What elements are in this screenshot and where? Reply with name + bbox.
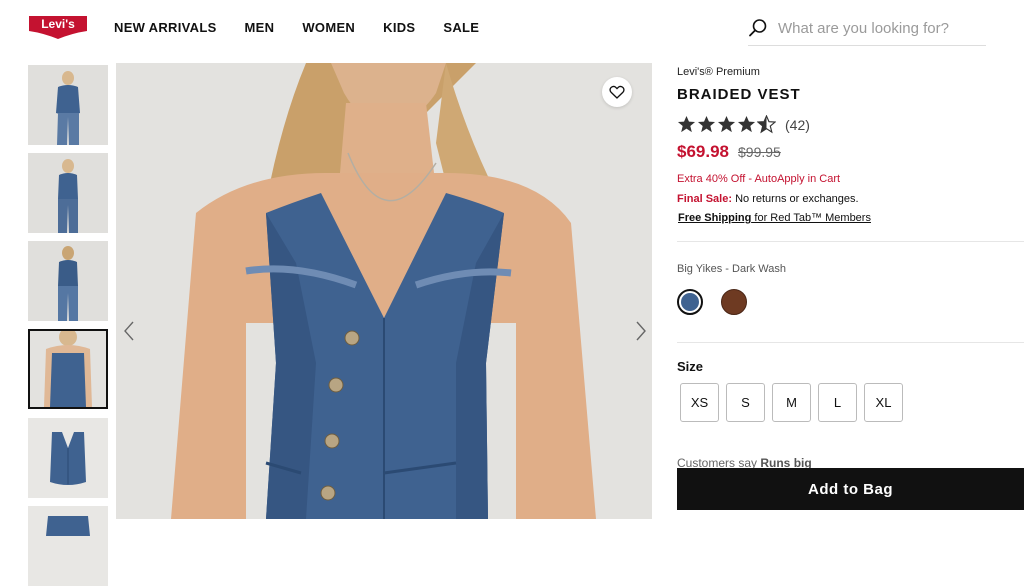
main-nav: NEW ARRIVALS MEN WOMEN KIDS SALE bbox=[114, 20, 507, 35]
star-icon bbox=[697, 115, 716, 133]
svg-text:Levi's: Levi's bbox=[41, 17, 75, 31]
chevron-left-icon[interactable] bbox=[122, 320, 136, 342]
size-xs-button[interactable]: XS bbox=[680, 383, 719, 422]
final-sale-label: Final Sale: bbox=[677, 193, 733, 205]
search-icon[interactable] bbox=[748, 18, 768, 38]
color-name: Big Yikes - Dark Wash bbox=[677, 263, 787, 275]
swatch-brown[interactable] bbox=[721, 289, 747, 315]
swatch-dot bbox=[721, 289, 747, 315]
thumbnail-active[interactable] bbox=[28, 329, 108, 409]
product-brand: Levi's® Premium bbox=[677, 66, 760, 78]
thumbnail[interactable] bbox=[28, 153, 108, 233]
site-header: Levi's NEW ARRIVALS MEN WOMEN KIDS SALE bbox=[0, 0, 1024, 56]
thumbnail[interactable] bbox=[28, 418, 108, 498]
swatch-dark-wash[interactable] bbox=[677, 289, 703, 315]
heart-icon bbox=[609, 85, 625, 99]
thumbnail[interactable] bbox=[28, 65, 108, 145]
nav-kids[interactable]: KIDS bbox=[383, 20, 415, 35]
promo-message: Extra 40% Off - AutoApply in Cart bbox=[677, 173, 841, 185]
free-shipping-text: for Red Tab™ Members bbox=[751, 212, 871, 224]
nav-new-arrivals[interactable]: NEW ARRIVALS bbox=[114, 20, 217, 35]
size-label: Size bbox=[677, 359, 704, 374]
size-xl-button[interactable]: XL bbox=[864, 383, 903, 422]
star-icon bbox=[717, 115, 736, 133]
chevron-right-icon[interactable] bbox=[634, 320, 648, 342]
price-row: $69.98 $99.95 bbox=[677, 142, 781, 162]
size-s-button[interactable]: S bbox=[726, 383, 765, 422]
size-m-button[interactable]: M bbox=[772, 383, 811, 422]
star-icon bbox=[677, 115, 696, 133]
nav-women[interactable]: WOMEN bbox=[302, 20, 355, 35]
swatch-dot bbox=[681, 293, 699, 311]
search-input[interactable] bbox=[778, 16, 983, 40]
thumbnail[interactable] bbox=[28, 506, 108, 586]
favorite-button[interactable] bbox=[602, 77, 632, 107]
star-half-icon bbox=[757, 115, 776, 134]
final-sale-text: No returns or exchanges. bbox=[732, 193, 859, 205]
levis-logo[interactable]: Levi's bbox=[28, 14, 88, 40]
product-main-image[interactable] bbox=[116, 63, 652, 519]
nav-sale[interactable]: SALE bbox=[443, 20, 479, 35]
product-title: BRAIDED VEST bbox=[677, 86, 801, 103]
search-bar bbox=[748, 14, 986, 46]
star-icon bbox=[737, 115, 756, 133]
size-l-button[interactable]: L bbox=[818, 383, 857, 422]
original-price: $99.95 bbox=[738, 144, 781, 160]
final-sale-notice: Final Sale: No returns or exchanges. bbox=[677, 193, 859, 205]
free-shipping-bold: Free Shipping bbox=[678, 212, 752, 224]
divider bbox=[677, 342, 1024, 343]
sale-price: $69.98 bbox=[677, 142, 729, 161]
divider bbox=[677, 241, 1024, 242]
review-count[interactable]: (42) bbox=[785, 117, 810, 133]
add-to-bag-button[interactable]: Add to Bag bbox=[677, 468, 1024, 510]
free-shipping-link[interactable]: Free Shipping for Red Tab™ Members bbox=[678, 212, 871, 224]
nav-men[interactable]: MEN bbox=[245, 20, 275, 35]
thumbnail[interactable] bbox=[28, 241, 108, 321]
rating-row[interactable]: (42) bbox=[677, 115, 810, 134]
